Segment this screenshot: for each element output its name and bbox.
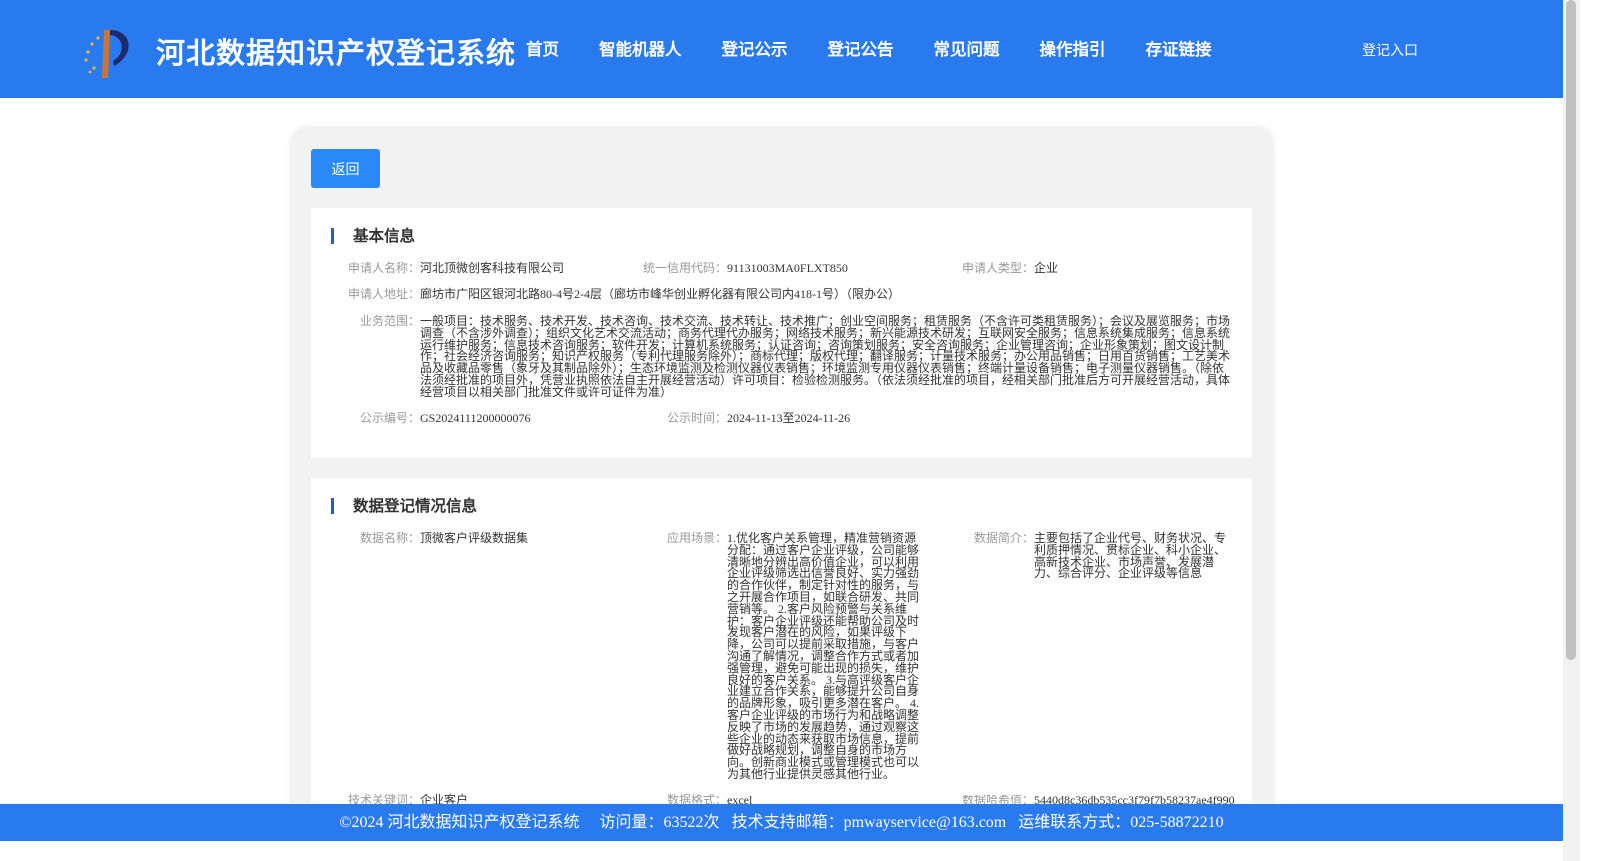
main-nav: 首页 智能机器人 登记公示 登记公告 常见问题 操作指引 存证链接 [526, 36, 1252, 60]
nav-home[interactable]: 首页 [526, 36, 559, 60]
field-value: 91131003MA0FLXT850 [727, 261, 848, 275]
summary-field: 数据简介： 主要包括了企业代号、财务状况、专利质押情况、贯标企业、科小企业、高新… [974, 531, 1234, 581]
back-button[interactable]: 返回 [311, 149, 380, 188]
field-value: 企业 [1034, 261, 1059, 275]
field-label: 数据名称： [360, 531, 421, 545]
header: 河北数据知识产权登记系统 首页 智能机器人 登记公示 登记公告 常见问题 操作指… [0, 0, 1563, 98]
field-label: 数据简介： [974, 531, 1035, 545]
site-title: 河北数据知识产权登记系统 [156, 36, 517, 70]
scrollbar-thumb[interactable] [1566, 0, 1576, 660]
nav-publicity[interactable]: 登记公示 [722, 36, 788, 60]
notice-time-field: 公示时间： 2024-11-13至2024-11-26 [667, 411, 967, 425]
field-value: 廊坊市广阳区银河北路80-4号2-4层（廊坊市峰华创业孵化器有限公司内418-1… [420, 287, 901, 301]
field-value: 1.优化客户关系管理，精准营销资源分配：通过客户企业评级，公司能够清晰地分辨出高… [727, 531, 920, 781]
field-value: 一般项目：技术服务、技术开发、技术咨询、技术交流、技术转让、技术推广；创业空间服… [420, 314, 1231, 399]
nav-guide[interactable]: 操作指引 [1040, 36, 1106, 60]
field-label: 统一信用代码： [643, 261, 728, 275]
footer-copyright: ©2024 河北数据知识产权登记系统 [339, 814, 580, 831]
field-label: 申请人地址： [348, 287, 421, 301]
logo-icon [84, 30, 129, 78]
nav-robot[interactable]: 智能机器人 [599, 36, 682, 60]
section-title-basic: 基本信息 [331, 226, 415, 246]
field-value: 顶微客户评级数据集 [420, 531, 529, 545]
section-title-data: 数据登记情况信息 [331, 496, 477, 516]
data-name-field: 数据名称： 顶微客户评级数据集 [360, 531, 650, 545]
applicant-name-field: 申请人名称： 河北顶微创客科技有限公司 [348, 261, 638, 275]
notice-no-field: 公示编号： GS2024111200000076 [360, 411, 660, 425]
field-label: 公示时间： [667, 411, 728, 425]
credit-code-field: 统一信用代码： 91131003MA0FLXT850 [643, 261, 953, 275]
footer: ©2024 河北数据知识产权登记系统 访问量：63522次 技术支持邮箱：pmw… [0, 804, 1563, 841]
field-label: 公示编号： [360, 411, 421, 425]
address-field: 申请人地址： 廊坊市广阳区银河北路80-4号2-4层（廊坊市峰华创业孵化器有限公… [348, 287, 1238, 301]
login-link[interactable]: 登记入口 [1362, 40, 1418, 60]
business-scope-field: 业务范围： 一般项目：技术服务、技术开发、技术咨询、技术交流、技术转让、技术推广… [360, 314, 1232, 399]
footer-email: 技术支持邮箱：pmwayservice@163.com [731, 814, 1007, 831]
field-label: 申请人名称： [348, 261, 421, 275]
nav-announcement[interactable]: 登记公告 [828, 36, 894, 60]
footer-visits: 访问量：63522次 [599, 814, 720, 831]
scenario-field: 应用场景： 1.优化客户关系管理，精准营销资源分配：通过客户企业评级，公司能够清… [667, 531, 927, 781]
field-value: GS2024111200000076 [420, 411, 531, 425]
applicant-type-field: 申请人类型： 企业 [962, 261, 1232, 275]
nav-evidence-link[interactable]: 存证链接 [1146, 36, 1212, 60]
field-value: 2024-11-13至2024-11-26 [727, 411, 851, 425]
field-label: 申请人类型： [962, 261, 1035, 275]
footer-contact: 运维联系方式：025-58872210 [1018, 814, 1224, 831]
field-value: 主要包括了企业代号、财务状况、专利质押情况、贯标企业、科小企业、高新技术企业、市… [1034, 531, 1227, 581]
field-label: 应用场景： [667, 531, 728, 545]
page-bottom [0, 841, 1563, 861]
field-label: 业务范围： [360, 314, 421, 328]
nav-faq[interactable]: 常见问题 [934, 36, 1000, 60]
field-value: 河北顶微创客科技有限公司 [420, 261, 565, 275]
